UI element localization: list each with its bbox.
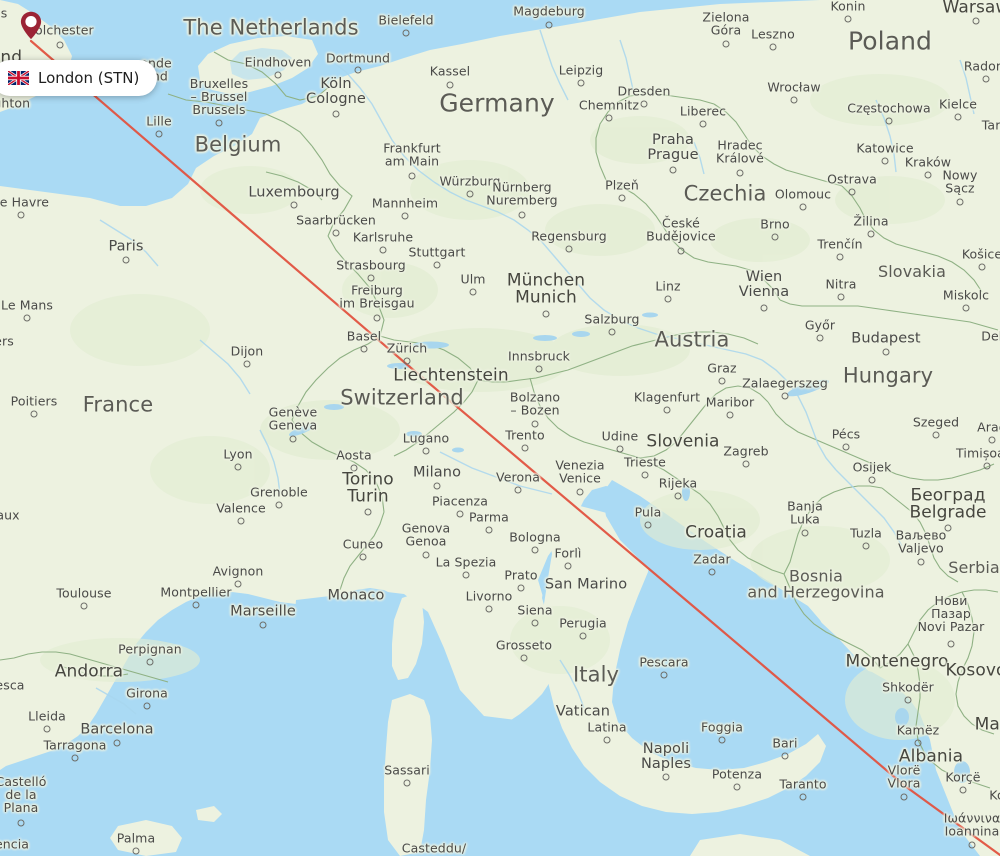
- airport-tooltip-label: London (STN): [38, 69, 140, 87]
- map-viewport[interactable]: .land { fill:#edf2e0; } .land2 { fill:#e…: [0, 0, 1000, 856]
- origin-marker-pin[interactable]: [20, 11, 42, 40]
- uk-flag-icon: [8, 71, 29, 85]
- airport-tooltip[interactable]: London (STN): [0, 60, 158, 96]
- flight-route-line: [29, 39, 1000, 856]
